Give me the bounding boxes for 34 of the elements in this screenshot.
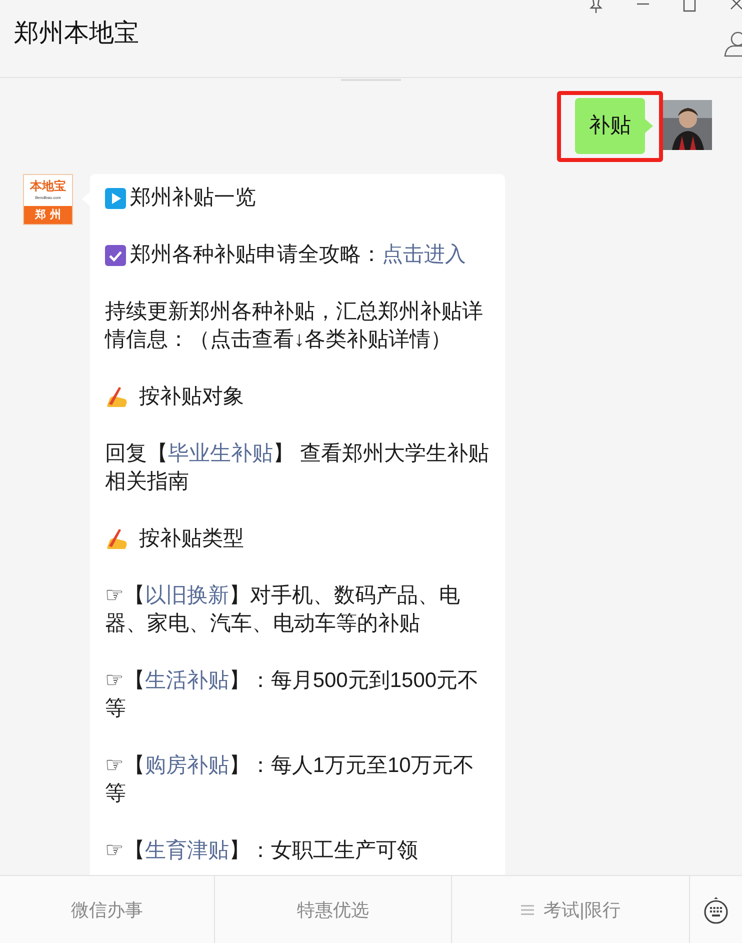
message-text: 按补贴类型 — [139, 526, 244, 552]
link[interactable]: 购房补贴 — [144, 754, 229, 777]
link[interactable]: 点击进入 — [382, 243, 466, 266]
message-text: 按补贴对象 — [139, 384, 244, 410]
message-text: ☞【以旧换新】对手机、数码产品、电器、家电、汽车、电动车等的补贴 — [105, 583, 461, 637]
logo-text: 本地宝 — [30, 180, 66, 193]
bubble-tail — [645, 119, 653, 133]
checkbox-icon — [105, 244, 126, 266]
link[interactable]: 毕业生补贴 — [168, 442, 273, 465]
menu-button[interactable]: 考试|限行 — [452, 876, 690, 943]
link[interactable]: 生育津贴 — [144, 839, 229, 862]
message-text: 回复【毕业生补贴】 查看郑州大学生补贴相关指南 — [105, 441, 490, 495]
close-icon[interactable] — [730, 0, 742, 10]
message-text: 郑州补贴一览 — [130, 185, 256, 211]
message-text: ☞【生育津贴】：女职工生产可领 — [105, 838, 418, 864]
play-icon — [105, 188, 126, 208]
logo-city: 郑州 — [24, 206, 72, 224]
message-text: ☞【购房补贴】：每人1万元至10万元不等 — [105, 753, 475, 807]
message-text: 郑州各种补贴申请全攻略：点击进入 — [130, 242, 466, 268]
message-text: 持续更新郑州各种补贴，汇总郑州补贴详情信息：（点击查看↓各类补贴详情） — [105, 299, 484, 353]
writing-hand-icon — [105, 386, 129, 408]
maximize-icon[interactable] — [683, 0, 696, 13]
keyboard-icon[interactable] — [704, 896, 728, 924]
window-title: 郑州本地宝 — [14, 18, 139, 49]
message-bubble: 补贴 — [575, 98, 645, 154]
link[interactable]: 以旧换新 — [144, 584, 229, 607]
writing-hand-icon — [105, 528, 129, 550]
menu-button[interactable]: 微信办事 — [0, 876, 215, 943]
user-avatar[interactable] — [663, 100, 712, 150]
pin-icon[interactable] — [589, 0, 603, 13]
link[interactable]: 生活补贴 — [144, 669, 229, 692]
message-text: ☞【生活补贴】：每月500元到1500元不等 — [105, 668, 480, 722]
menu-button[interactable]: 特惠优选 — [215, 876, 452, 943]
menu-icon — [520, 904, 534, 916]
